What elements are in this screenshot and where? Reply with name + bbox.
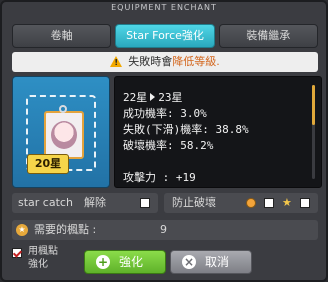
fail-rate-value: 38.8% [215, 123, 249, 136]
stats-panel: 22星 23星 成功機率: 3.0% 失敗(下滑)機率: 38.8% 破壞機率: … [114, 76, 322, 188]
star-change-line: 22星 23星 [123, 89, 183, 105]
star-catch-row: star catch 解除 [12, 193, 158, 213]
prevent-destroy-row: 防止破壞 ★ [164, 193, 318, 213]
tab-star-force[interactable]: Star Force強化 [115, 24, 215, 48]
star-icon: ★ [282, 196, 292, 209]
ring-icon [59, 105, 67, 113]
use-maple-points-checkbox[interactable] [12, 248, 22, 258]
star-level-badge: 20星 [27, 154, 69, 174]
star-from: 22星 [123, 91, 148, 104]
window-title: EQUIPMENT ENCHANT [111, 3, 217, 12]
cancel-label: 取消 [205, 255, 230, 269]
close-icon: × [182, 255, 196, 269]
prevent-destroy-checkbox-b[interactable] [300, 198, 310, 208]
destroy-rate-label: 破壞機率: [123, 139, 174, 152]
warning-highlight: 降低等級. [172, 55, 220, 68]
plus-icon: + [96, 255, 110, 269]
prevent-destroy-checkbox-a[interactable] [264, 198, 274, 208]
required-points-value: 9 [160, 223, 167, 236]
fail-rate-line: 失敗(下滑)機率: 38.8% [123, 121, 249, 137]
use-maple-points-line1: 用楓點 [28, 246, 58, 257]
attack-line: 攻擊力 : +19 [123, 169, 196, 185]
prevent-destroy-label: 防止破壞 [172, 196, 216, 209]
enhance-button[interactable]: + 強化 [84, 250, 166, 274]
tab-bar: 卷軸 Star Force強化 裝備繼承 [12, 24, 318, 48]
star-catch-label: star catch [18, 196, 73, 209]
use-maple-points-label: 用楓點 強化 [28, 245, 68, 271]
required-points-row: ★ 需要的楓點 : 9 [12, 220, 318, 240]
required-points-label: 需要的楓點 : [34, 223, 97, 236]
stats-scrollbar[interactable] [312, 85, 315, 179]
success-rate-label: 成功機率: [123, 107, 174, 120]
tab-scroll[interactable]: 卷軸 [12, 24, 112, 48]
enhance-label: 強化 [119, 255, 144, 269]
warning-banner: ! 失敗時會降低等級. [12, 52, 318, 72]
orange-dot-icon [246, 198, 256, 208]
attack-label: 攻擊力 : [123, 171, 170, 184]
destroy-rate-value: 58.2% [180, 139, 214, 152]
equipment-enchant-window: EQUIPMENT ENCHANT 卷軸 Star Force強化 裝備繼承 !… [0, 0, 328, 282]
success-rate-value: 3.0% [180, 107, 207, 120]
character-face-icon [51, 121, 77, 149]
attack-value: +19 [175, 171, 196, 184]
warning-text: 失敗時會 [128, 55, 173, 68]
use-maple-points-line2: 強化 [28, 259, 48, 270]
star-to: 23星 [158, 91, 183, 104]
star-catch-disable-label: 解除 [84, 196, 106, 209]
maple-point-icon: ★ [16, 224, 28, 236]
equipment-item-icon [44, 105, 84, 159]
scrollbar-thumb[interactable] [312, 85, 315, 125]
success-rate-line: 成功機率: 3.0% [123, 105, 207, 121]
destroy-rate-line: 破壞機率: 58.2% [123, 137, 213, 153]
arrow-right-icon [150, 93, 156, 101]
item-slot[interactable]: 20星 [12, 76, 110, 188]
warning-icon: ! [110, 55, 123, 67]
fail-rate-label: 失敗(下滑)機率: [123, 123, 209, 136]
tab-equipment-inherit[interactable]: 裝備繼承 [218, 24, 318, 48]
star-catch-checkbox[interactable] [140, 198, 150, 208]
cancel-button[interactable]: × 取消 [170, 250, 252, 274]
